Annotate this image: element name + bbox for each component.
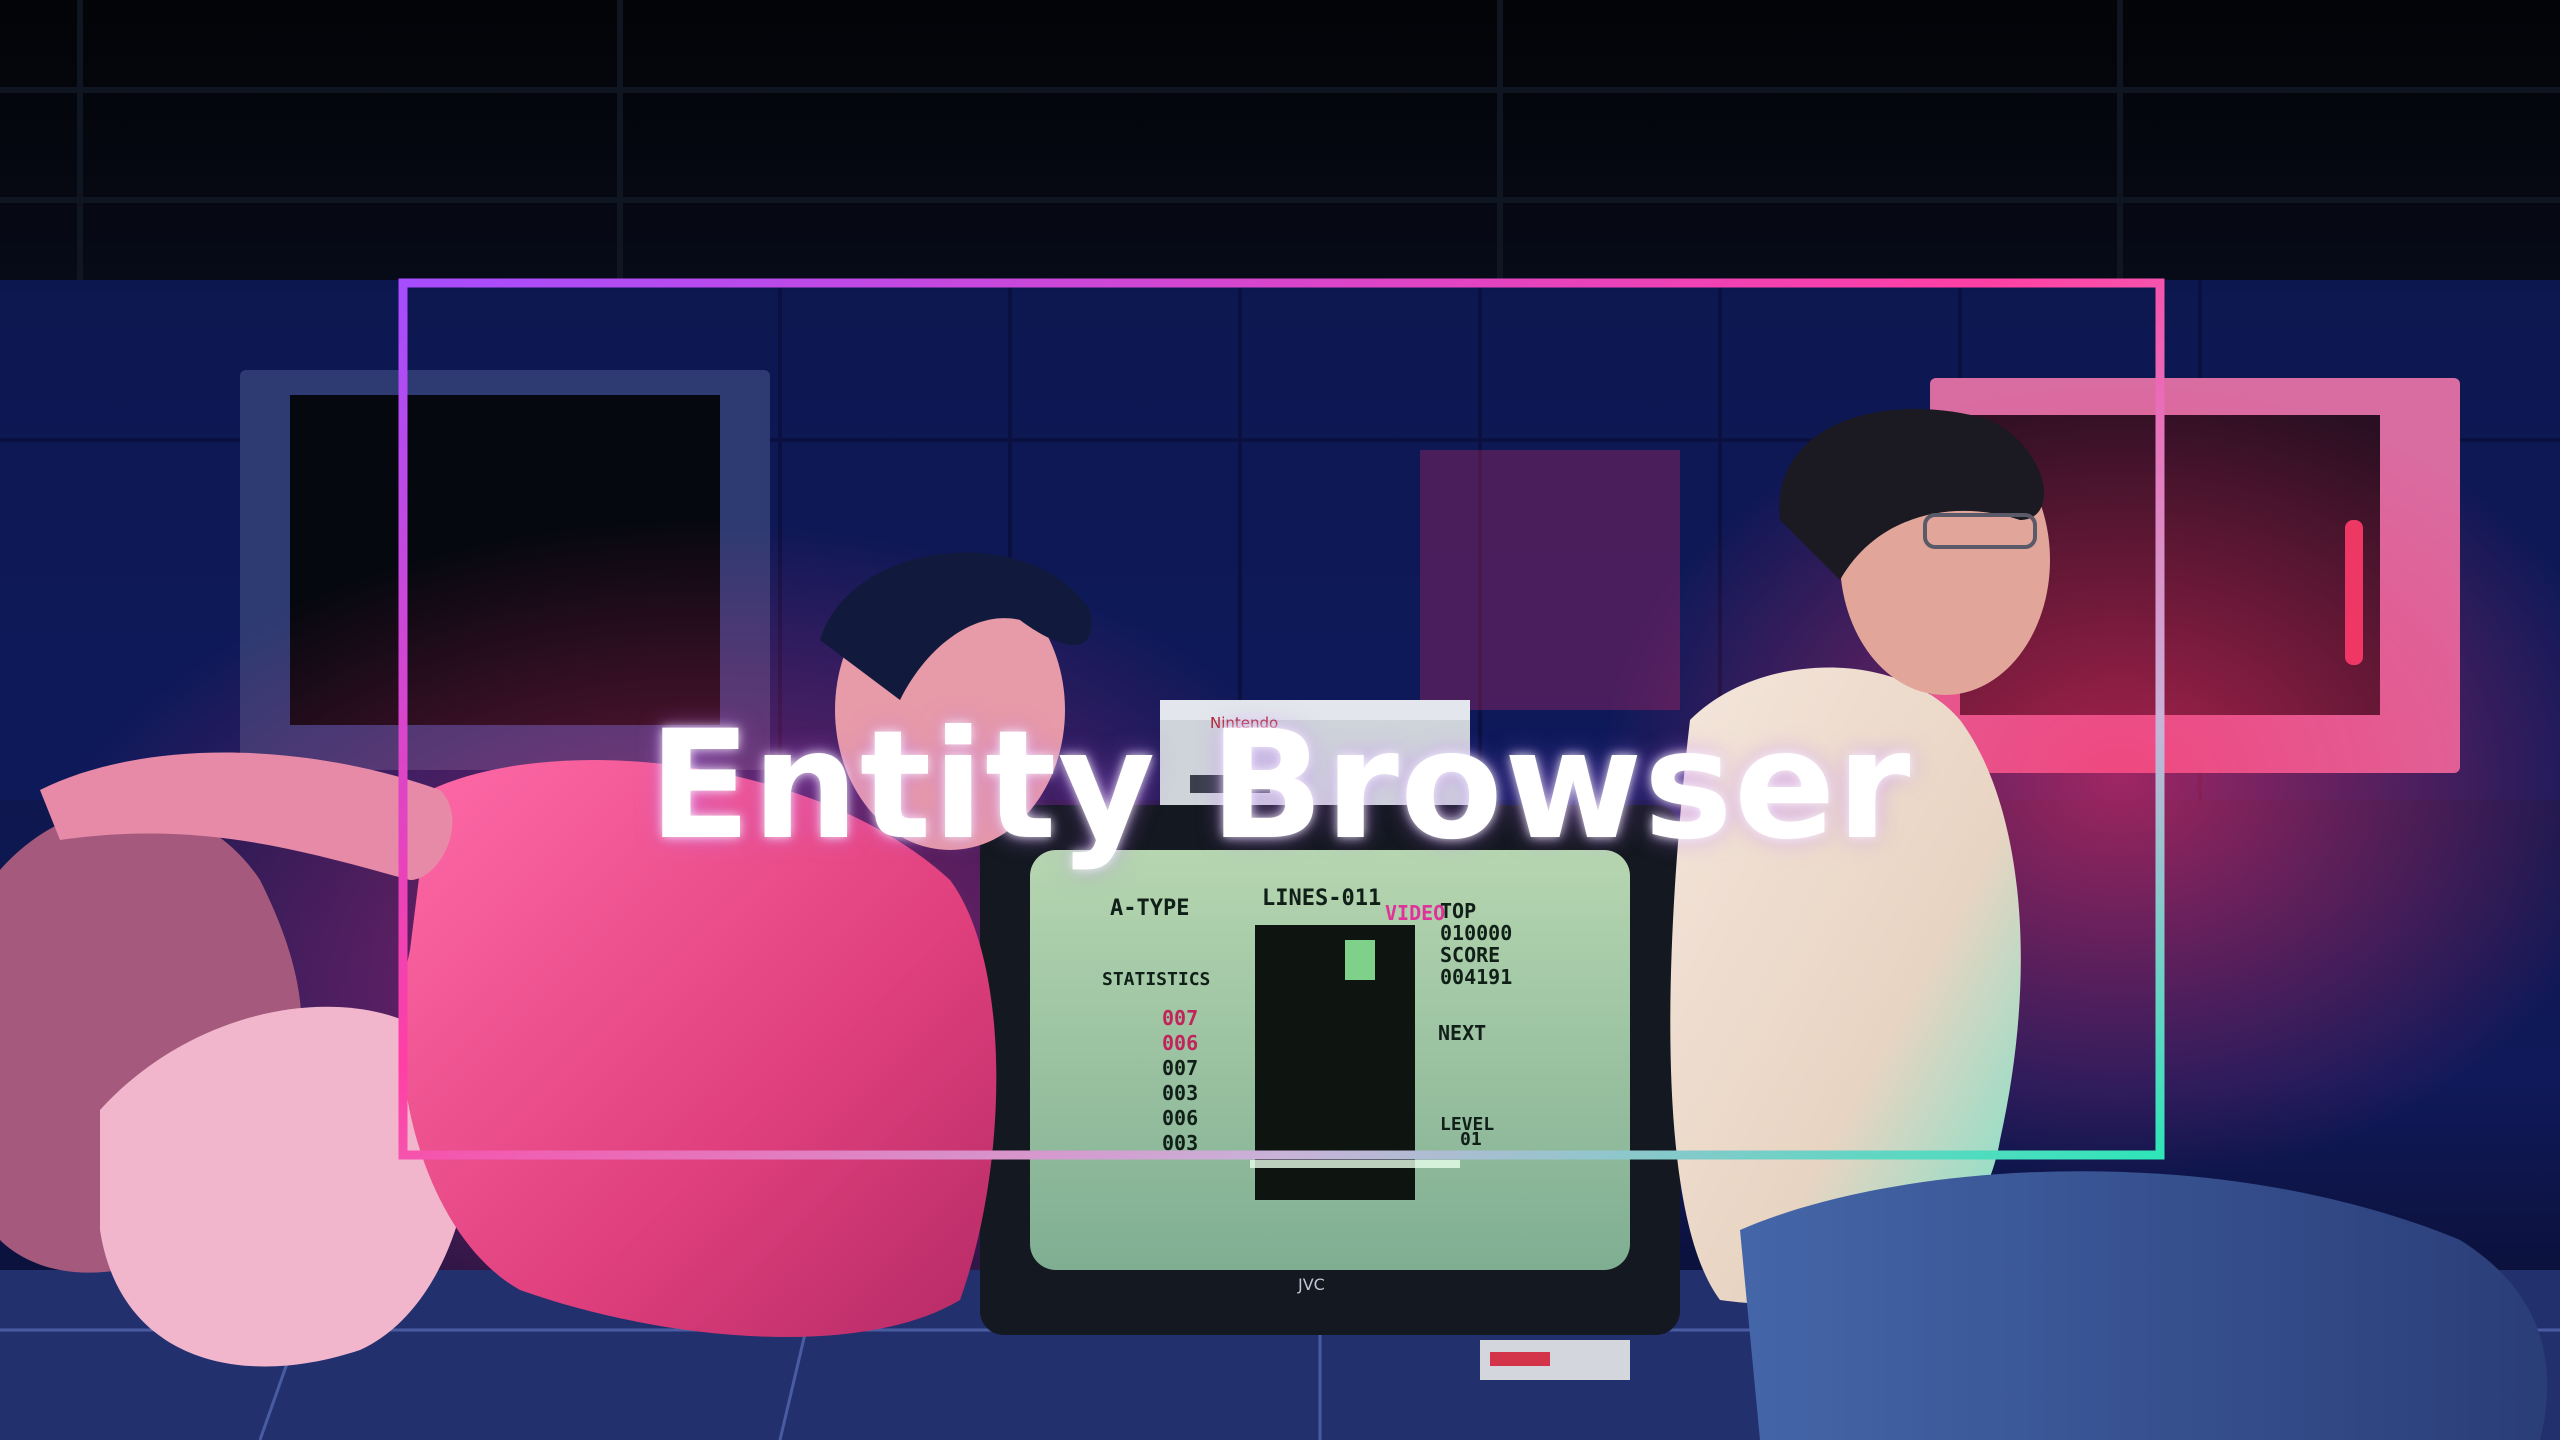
svg-text:STATISTICS: STATISTICS (1102, 969, 1210, 990)
svg-text:006: 006 (1162, 1031, 1198, 1055)
svg-text:NEXT: NEXT (1438, 1021, 1486, 1045)
svg-text:A-TYPE: A-TYPE (1110, 896, 1189, 921)
crt-tv: A-TYPE LINES-011 VIDEO TOP 010000 SCORE … (980, 805, 1680, 1380)
svg-text:01: 01 (1460, 1129, 1482, 1150)
svg-text:007: 007 (1162, 1056, 1198, 1080)
svg-text:LINES-011: LINES-011 (1262, 886, 1381, 911)
svg-text:003: 003 (1162, 1081, 1198, 1105)
svg-text:007: 007 (1162, 1006, 1198, 1030)
svg-text:JVC: JVC (1297, 1275, 1325, 1294)
page-title: Entity Browser (648, 698, 1912, 873)
svg-text:006: 006 (1162, 1106, 1198, 1130)
svg-text:VIDEO: VIDEO (1385, 901, 1445, 925)
svg-text:SCORE: SCORE (1440, 943, 1500, 967)
svg-text:TOP: TOP (1440, 899, 1476, 923)
svg-text:004191: 004191 (1440, 965, 1512, 989)
svg-text:010000: 010000 (1440, 921, 1512, 945)
